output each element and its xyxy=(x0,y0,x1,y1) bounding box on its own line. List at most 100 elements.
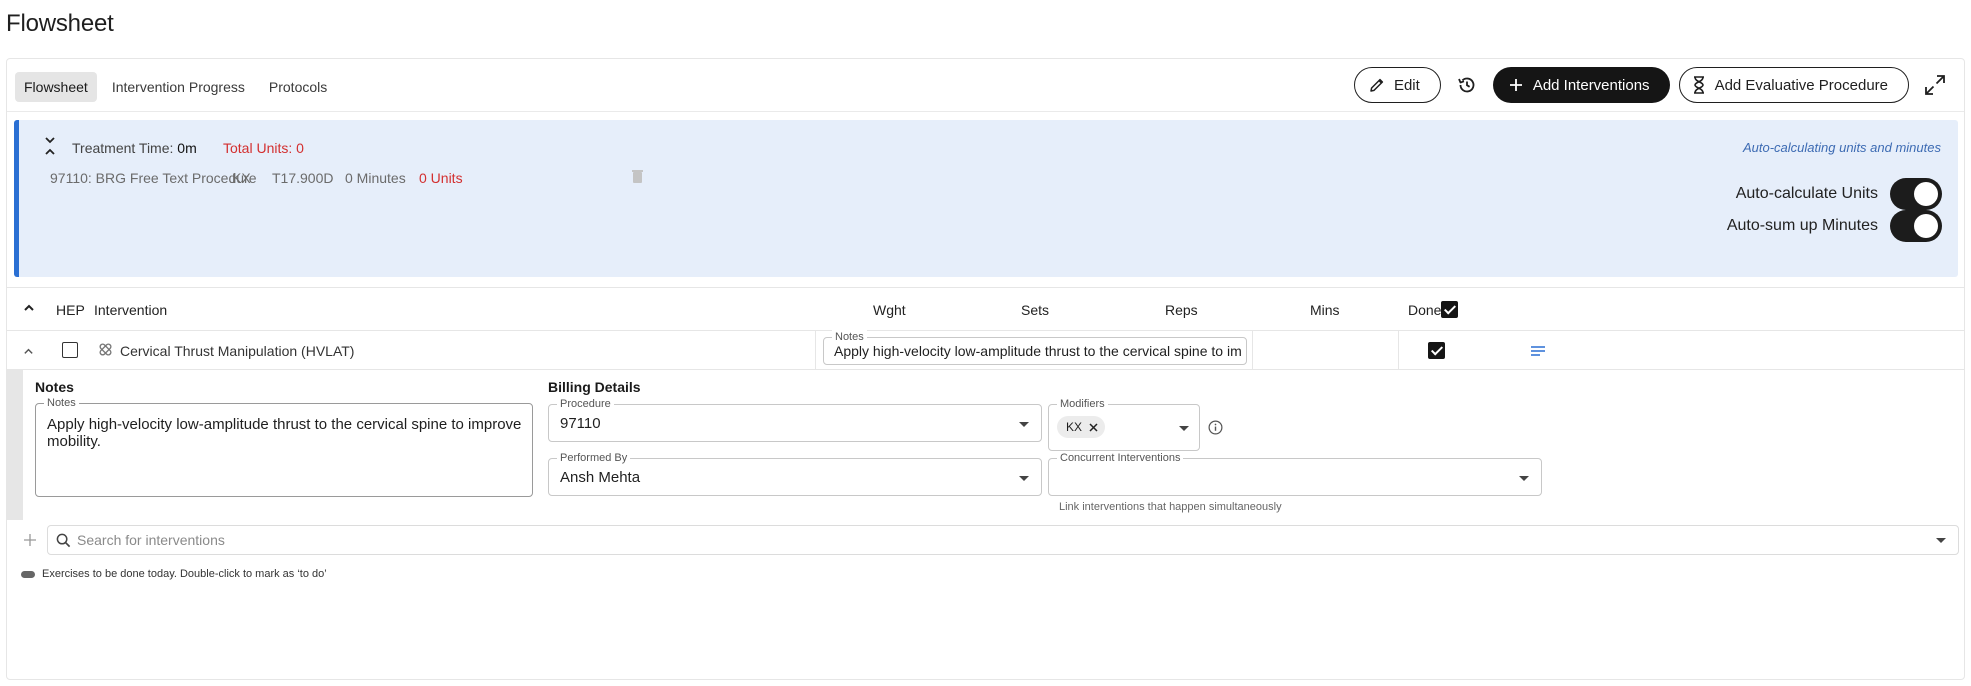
column-divider xyxy=(815,331,816,369)
toolbar: Edit Add Interventions Add Evaluative Pr… xyxy=(1353,67,1952,103)
procedure-diagnosis: T17.900D xyxy=(272,170,334,186)
topbar-divider xyxy=(7,111,1964,112)
column-divider xyxy=(1398,331,1399,369)
modifier-chip-label: KX xyxy=(1066,420,1083,434)
intervention-table-header: HEP Intervention Wght Sets Reps Mins Don… xyxy=(7,287,1964,331)
procedure-select-value: 97110 xyxy=(560,415,601,432)
modifiers-select[interactable]: Modifiers KX xyxy=(1048,397,1200,451)
hourglass-icon xyxy=(1693,76,1704,94)
row-notes-value: Apply high-velocity low-amplitude thrust… xyxy=(834,343,1242,359)
tab-protocols[interactable]: Protocols xyxy=(260,72,336,102)
list-lines-icon xyxy=(1531,346,1545,356)
remove-modifier-button[interactable] xyxy=(1089,422,1098,432)
done-all-checkbox[interactable] xyxy=(1441,301,1458,318)
auto-sum-minutes-toggle[interactable] xyxy=(1890,210,1942,242)
intervention-detail-panel: Notes Notes Apply high-velocity low-ampl… xyxy=(7,370,1964,520)
header-reps: Reps xyxy=(1165,302,1198,318)
performed-by-value: Ansh Mehta xyxy=(560,469,641,486)
procedure-select[interactable]: Procedure 97110 xyxy=(548,397,1042,442)
auto-sum-minutes-row: Auto-sum up Minutes xyxy=(1727,210,1942,242)
chevron-up-icon xyxy=(24,348,33,354)
intervention-name[interactable]: Cervical Thrust Manipulation (HVLAT) xyxy=(120,343,354,359)
search-placeholder: Search for interventions xyxy=(77,532,225,548)
notes-section-title: Notes xyxy=(35,379,74,395)
treatment-time-value: 0m xyxy=(177,140,197,156)
pencil-icon xyxy=(1370,78,1384,92)
procedure-minutes: 0 Minutes xyxy=(345,170,406,186)
plus-icon xyxy=(24,534,36,546)
history-icon xyxy=(1457,77,1475,93)
chevron-down-icon xyxy=(1519,476,1529,481)
intervention-search-input[interactable]: Search for interventions xyxy=(47,525,1959,555)
collapse-chevrons-icon xyxy=(45,137,55,155)
auto-calculate-units-label: Auto-calculate Units xyxy=(1735,185,1878,202)
procedure-modifier: KX xyxy=(232,170,251,186)
row-done-checkbox[interactable] xyxy=(1428,342,1445,359)
procedure-code-name: 97110: BRG Free Text Procedure xyxy=(50,170,257,186)
modifier-chip: KX xyxy=(1057,416,1106,438)
modifiers-select-label: Modifiers xyxy=(1057,397,1108,411)
concurrent-interventions-select[interactable]: Concurrent Interventions xyxy=(1048,451,1542,496)
collapse-all-button[interactable] xyxy=(23,301,35,317)
add-evaluative-procedure-button[interactable]: Add Evaluative Procedure xyxy=(1678,67,1909,103)
expand-button[interactable] xyxy=(1918,68,1952,102)
search-icon xyxy=(56,533,71,548)
row-collapse-button[interactable] xyxy=(23,344,34,360)
expand-icon xyxy=(1925,75,1945,95)
row-menu-button[interactable] xyxy=(1531,344,1545,360)
tab-intervention-progress[interactable]: Intervention Progress xyxy=(103,72,254,102)
auto-calculating-note: Auto-calculating units and minutes xyxy=(1742,140,1941,155)
total-units: Total Units: 0 xyxy=(223,140,304,156)
intervention-search-row: Search for interventions xyxy=(7,525,1964,555)
header-sets: Sets xyxy=(1021,302,1050,318)
header-wght: Wght xyxy=(873,302,906,318)
history-button[interactable] xyxy=(1450,68,1484,102)
header-mins: Mins xyxy=(1310,302,1340,318)
column-divider xyxy=(1252,331,1253,369)
auto-calculate-units-toggle[interactable] xyxy=(1890,178,1942,210)
notes-textarea-label: Notes xyxy=(44,396,79,410)
row-notes-label: Notes xyxy=(832,330,867,344)
todo-legend: Exercises to be done today. Double-click… xyxy=(21,568,327,580)
header-intervention: Intervention xyxy=(94,302,168,318)
close-icon xyxy=(1089,422,1098,432)
trash-icon xyxy=(632,170,643,183)
edit-button[interactable]: Edit xyxy=(1353,67,1441,103)
flowsheet-card: Flowsheet Intervention Progress Protocol… xyxy=(6,58,1965,680)
chevron-down-icon xyxy=(1019,422,1029,427)
add-evaluative-procedure-label: Add Evaluative Procedure xyxy=(1714,76,1888,94)
collapse-summary-button[interactable] xyxy=(42,135,58,157)
add-interventions-label: Add Interventions xyxy=(1532,76,1650,94)
procedure-units: 0 Units xyxy=(419,170,463,186)
hep-checkbox[interactable] xyxy=(62,342,78,358)
procedure-select-label: Procedure xyxy=(557,397,614,411)
notes-textarea[interactable]: Notes Apply high-velocity low-amplitude … xyxy=(35,396,533,497)
header-hep: HEP xyxy=(56,302,85,318)
chevron-down-icon xyxy=(1179,426,1189,431)
modifiers-info-button[interactable] xyxy=(1208,420,1223,440)
table-row: Cervical Thrust Manipulation (HVLAT) Not… xyxy=(7,330,1964,370)
notes-textarea-value: Apply high-velocity low-amplitude thrust… xyxy=(47,416,522,450)
treatment-time-label: Treatment Time: xyxy=(72,140,178,156)
page-title: Flowsheet xyxy=(6,10,114,37)
performed-by-select[interactable]: Performed By Ansh Mehta xyxy=(548,451,1042,496)
todo-indicator xyxy=(21,570,35,578)
chevron-down-icon xyxy=(1936,538,1946,543)
add-interventions-button[interactable]: Add Interventions xyxy=(1492,67,1670,103)
plus-icon xyxy=(1509,79,1522,91)
concurrent-interventions-label: Concurrent Interventions xyxy=(1057,451,1184,465)
intervention-type-icon xyxy=(98,342,113,360)
delete-procedure-button[interactable] xyxy=(632,169,643,188)
tab-flowsheet[interactable]: Flowsheet xyxy=(15,72,97,102)
edit-button-label: Edit xyxy=(1393,76,1420,94)
row-notes-field[interactable]: Notes Apply high-velocity low-amplitude … xyxy=(823,330,1247,365)
chevron-up-icon xyxy=(24,304,34,311)
add-row-button[interactable] xyxy=(24,533,36,551)
auto-calculate-units-row: Auto-calculate Units xyxy=(1736,178,1942,210)
header-done: Done xyxy=(1408,302,1442,318)
performed-by-label: Performed By xyxy=(557,451,631,465)
treatment-time: Treatment Time: 0m xyxy=(72,140,197,156)
tab-bar: Flowsheet Intervention Progress Protocol… xyxy=(15,72,336,102)
todo-legend-text: Exercises to be done today. Double-click… xyxy=(42,568,327,580)
chevron-down-icon xyxy=(1019,476,1029,481)
